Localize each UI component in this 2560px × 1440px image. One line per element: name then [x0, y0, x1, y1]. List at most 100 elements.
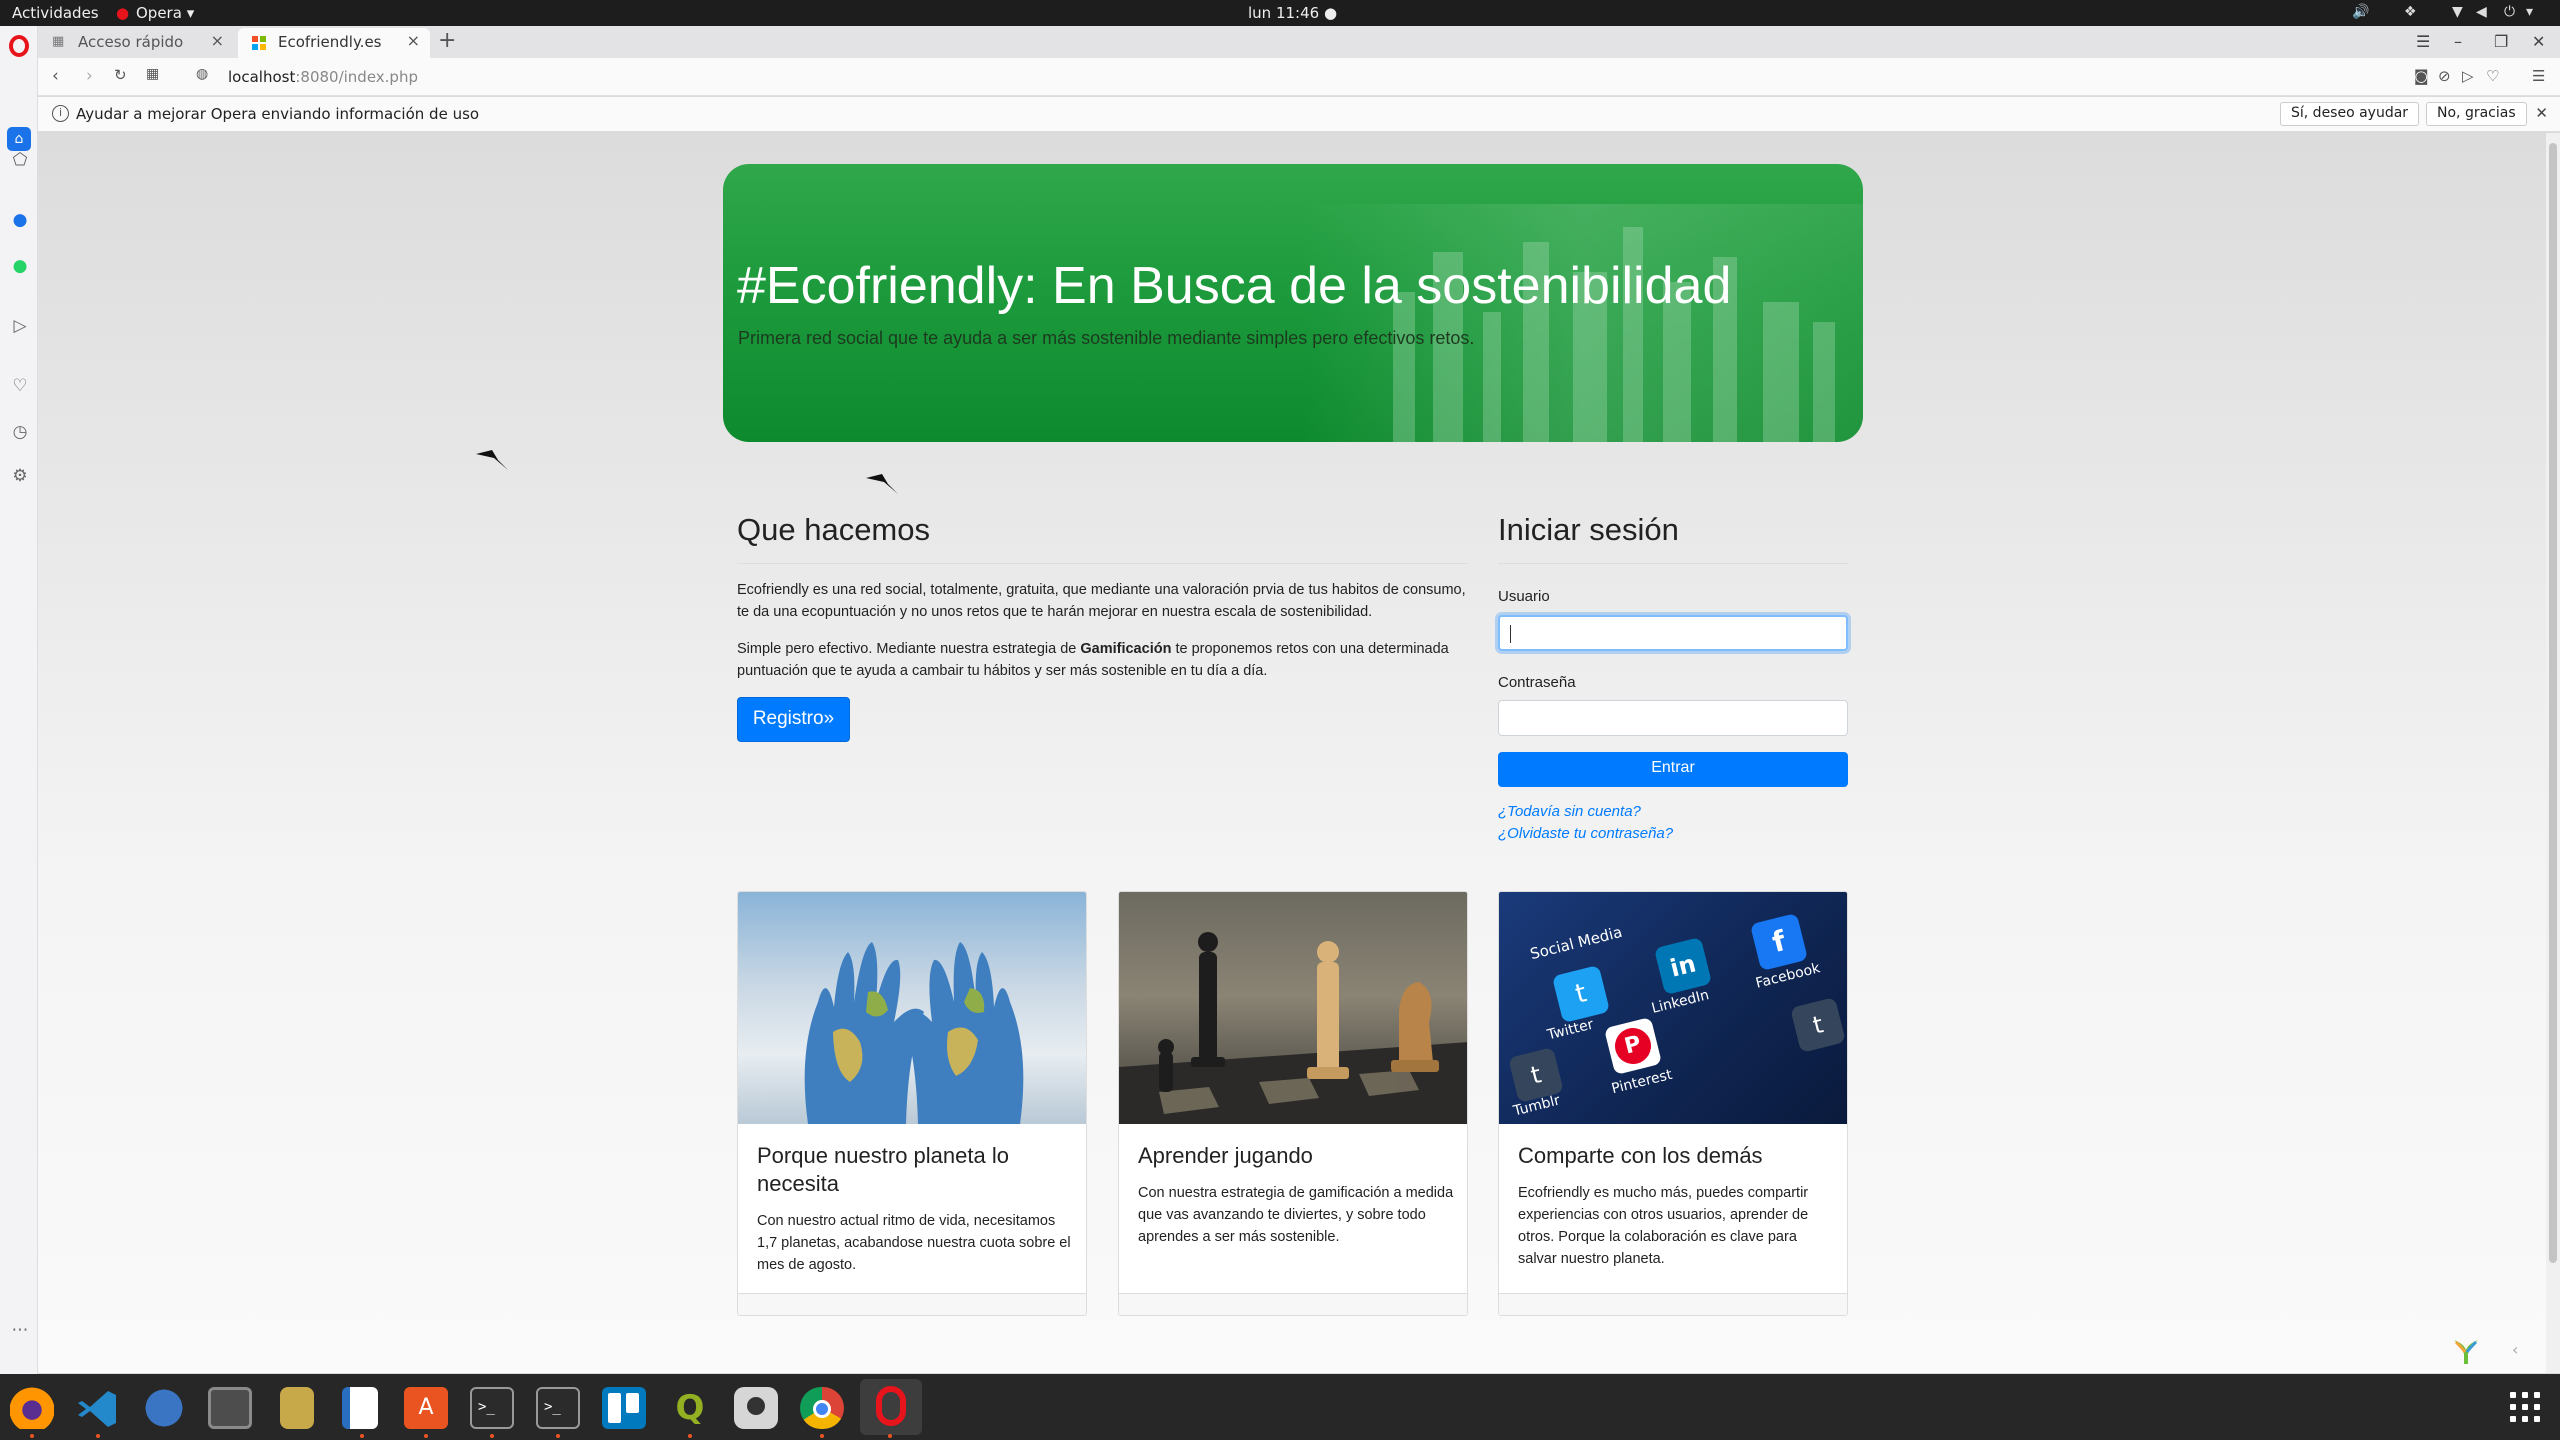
app-menu[interactable]: Opera ▾: [136, 4, 194, 22]
register-button[interactable]: Registro»: [737, 697, 850, 742]
terminal-icon[interactable]: >_: [470, 1387, 514, 1429]
social-media-image: Social Media t Twitter in LinkedIn f Fac…: [1499, 892, 1847, 1124]
firefox-icon[interactable]: [10, 1387, 54, 1429]
username-input[interactable]: [1498, 615, 1848, 651]
trello-icon[interactable]: [602, 1387, 646, 1429]
linkedin-icon: in: [1653, 936, 1713, 996]
messenger-icon[interactable]: ●: [10, 210, 30, 230]
accept-help-button[interactable]: Sí, deseo ayudar: [2280, 102, 2420, 126]
activities-button[interactable]: Actividades: [12, 4, 99, 22]
scrollbar-thumb[interactable]: [2549, 143, 2557, 1263]
bookmark-heart-icon[interactable]: ♡: [2486, 67, 2499, 85]
whatsapp-icon[interactable]: ●: [10, 256, 30, 276]
clock[interactable]: lun 11:46 ●: [1248, 4, 1337, 22]
tumblr-icon: t: [1790, 997, 1846, 1053]
sound-icon[interactable]: ◀: [2476, 4, 2487, 20]
opera-app-icon: ●: [116, 4, 130, 22]
yii-debug-toolbar-icon[interactable]: [2450, 1336, 2480, 1366]
tabs-overview-icon[interactable]: ▦: [146, 66, 159, 82]
signup-link[interactable]: ¿Todavía sin cuenta?: [1498, 803, 1641, 820]
files-icon[interactable]: [208, 1387, 252, 1429]
ecofriendly-favicon: [252, 36, 266, 50]
login-submit-button[interactable]: Entrar: [1498, 752, 1848, 787]
toolbar-collapse-icon[interactable]: ‹: [2512, 1340, 2518, 1359]
more-icon[interactable]: ⋯: [10, 1320, 30, 1340]
flow-icon[interactable]: ▷: [10, 316, 30, 336]
settings-gear-icon[interactable]: ⚙: [10, 466, 30, 486]
easy-setup-icon[interactable]: ☰: [2532, 67, 2545, 85]
linkedin-label: LinkedIn: [1649, 987, 1711, 1017]
divider: [1498, 563, 1848, 564]
forgot-password-link[interactable]: ¿Olvidaste tu contraseña?: [1498, 825, 1673, 842]
card-title: Porque nuestro planeta lo necesita: [757, 1143, 1009, 1196]
opera-menu-icon[interactable]: [9, 35, 29, 57]
info-icon: i: [52, 105, 69, 122]
close-window-icon[interactable]: ✕: [2532, 32, 2545, 51]
dropbox-icon[interactable]: ❖: [2404, 4, 2417, 20]
site-info-icon[interactable]: ◍: [196, 66, 208, 82]
vscode-icon[interactable]: [76, 1387, 120, 1429]
divider: [737, 563, 1467, 564]
card-footer: [1119, 1293, 1467, 1315]
restore-icon[interactable]: ❐: [2494, 32, 2508, 51]
software-center-icon[interactable]: A: [404, 1387, 448, 1429]
world-hands-image: [738, 892, 1086, 1124]
card-footer: [1499, 1293, 1847, 1315]
speed-dial-home-icon[interactable]: ⌂: [7, 127, 31, 151]
qgis-icon[interactable]: Q: [668, 1387, 712, 1429]
bookmarks-icon[interactable]: ⬠: [10, 150, 30, 170]
history-icon[interactable]: ◷: [10, 422, 30, 442]
username-label: Usuario: [1498, 588, 1550, 605]
decline-help-button[interactable]: No, gracias: [2426, 102, 2527, 126]
thunderbird-icon[interactable]: [142, 1387, 186, 1429]
reload-icon[interactable]: ↻: [114, 66, 127, 84]
pinterest-icon: P: [1603, 1016, 1663, 1076]
about-paragraph-2: Simple pero efectivo. Mediante nuestra e…: [737, 641, 1449, 679]
text-caret: [1510, 625, 1511, 643]
hands-map-illustration: [804, 942, 1024, 1124]
writer-icon[interactable]: [342, 1387, 378, 1429]
tab-ecofriendly[interactable]: Ecofriendly.es ×: [238, 28, 430, 58]
tab-speed-dial[interactable]: ▦ Acceso rápido ×: [38, 28, 234, 58]
address-bar: ‹ › ↻ ▦ ◍ localhost:8080/index.php ◙ ⊘ ▷…: [38, 58, 2560, 96]
facebook-icon: f: [1749, 912, 1809, 972]
url-field[interactable]: localhost:8080/index.php: [228, 68, 418, 86]
flow-send-icon[interactable]: ▷: [2462, 67, 2474, 85]
show-applications-icon[interactable]: [2510, 1392, 2542, 1424]
hero-title: #Ecofriendly: En Busca de la sostenibili…: [737, 257, 1732, 315]
card-share: Social Media t Twitter in LinkedIn f Fac…: [1498, 891, 1848, 1316]
back-icon[interactable]: ‹: [52, 66, 59, 86]
ad-blocker-icon[interactable]: ⊘: [2438, 67, 2451, 85]
close-tab-icon[interactable]: ×: [211, 31, 224, 50]
chrome-icon[interactable]: [800, 1387, 844, 1429]
new-tab-button[interactable]: +: [438, 28, 456, 53]
terminal-icon[interactable]: >_: [536, 1387, 580, 1429]
card-planet: Porque nuestro planeta lo necesita Con n…: [737, 891, 1087, 1316]
snapshot-icon[interactable]: ◙: [2414, 67, 2429, 85]
vertical-scrollbar[interactable]: [2546, 133, 2560, 1373]
card-gaming: Aprender jugando Con nuestra estrategia …: [1118, 891, 1468, 1316]
favorites-heart-icon[interactable]: ♡: [10, 376, 30, 396]
card-text: Con nuestra estrategia de gamificación a…: [1138, 1185, 1454, 1245]
about-paragraph-1: Ecofriendly es una red social, totalment…: [737, 582, 1466, 620]
chess-pieces-illustration: [1119, 932, 1467, 1124]
close-notification-icon[interactable]: ✕: [2535, 104, 2548, 122]
minimize-icon[interactable]: –: [2454, 32, 2462, 51]
login-heading: Iniciar sesión: [1498, 512, 1679, 547]
tab-bar: ▦ Acceso rápido × Ecofriendly.es ×: [0, 26, 2560, 58]
power-icon[interactable]: ⏻: [2504, 4, 2515, 20]
notification-bar: i Ayudar a mejorar Opera enviando inform…: [38, 97, 2560, 132]
forward-icon[interactable]: ›: [86, 66, 93, 86]
network-icon[interactable]: ▼: [2452, 4, 2463, 20]
password-input[interactable]: [1498, 700, 1848, 736]
screenshot-camera-icon[interactable]: [734, 1387, 778, 1429]
hero-subtitle: Primera red social que te ayuda a ser má…: [738, 328, 1475, 348]
system-top-bar: Actividades ● Opera ▾ lun 11:46 ● 🔊 ❖ ▼ …: [0, 0, 2560, 26]
opera-taskbar-icon[interactable]: [860, 1379, 922, 1435]
tab-menu-icon[interactable]: ☰: [2416, 32, 2430, 51]
close-tab-icon[interactable]: ×: [407, 31, 420, 50]
city-skyline-image: [1303, 204, 1863, 442]
volume-icon[interactable]: 🔊: [2352, 4, 2369, 20]
system-menu-icon[interactable]: ▾: [2526, 4, 2533, 20]
rhythmbox-icon[interactable]: [280, 1387, 314, 1429]
